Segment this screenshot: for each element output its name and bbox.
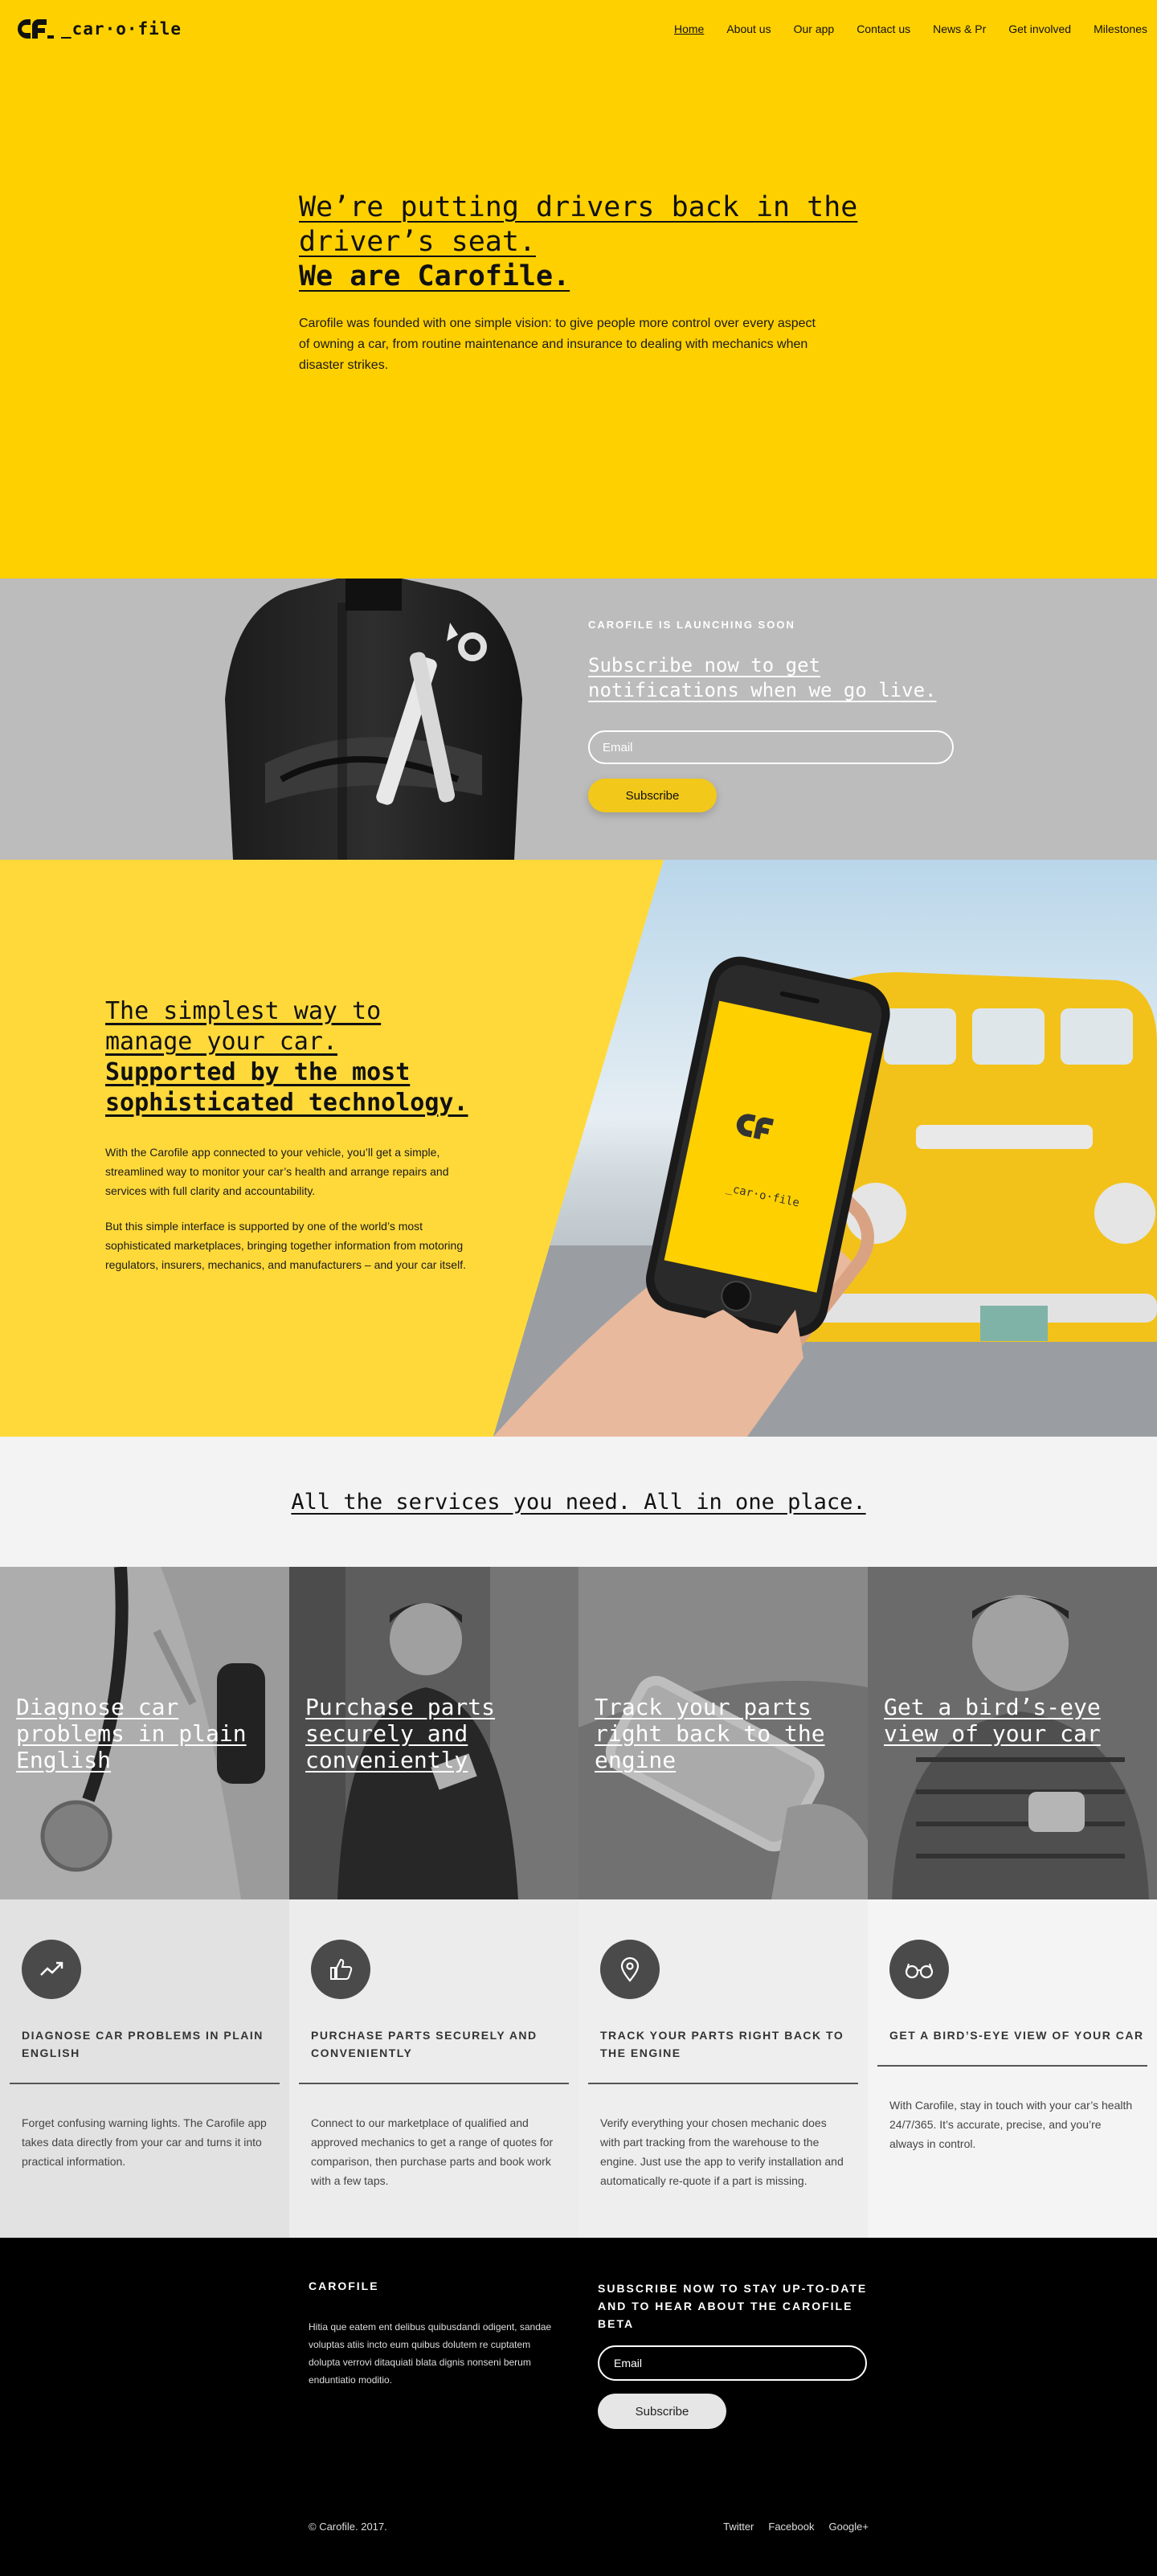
hero-body: Carofile was founded with one simple vis… [299,317,816,372]
tile-overview[interactable]: Get a bird’s-eye view of your car [868,1567,1157,1899]
tile-track[interactable]: Track your parts right back to the engin… [578,1567,868,1899]
nav-news-pr[interactable]: News & Pr [933,22,986,35]
footer-about: CAROFILE Hitia que eatem ent delibus qui… [309,2280,558,2389]
subscribe-button[interactable]: Subscribe [588,779,717,812]
feature-card-overview: GET A BIRD’S-EYE VIEW OF YOUR CAR With C… [868,1899,1157,2238]
app-paragraph-1: With the Carofile app connected to your … [105,1146,449,1197]
nav-contact-us[interactable]: Contact us [857,22,910,35]
feature-card-diagnose: DIAGNOSE CAR PROBLEMS IN PLAIN ENGLISH F… [0,1899,289,2238]
app-heading: The simplest way to manage your car. Sup… [105,996,475,1118]
trend-line-icon [22,1940,81,1999]
feature-card-purchase: PURCHASE PARTS SECURELY AND CONVENIENTLY… [289,1899,578,2238]
app-heading-line3: Supported by the most [105,1058,411,1086]
divider [10,2083,280,2084]
facebook-link[interactable]: Facebook [768,2521,814,2533]
nav-our-app[interactable]: Our app [794,22,835,35]
tile-title: Track your parts right back to the engin… [595,1694,825,1773]
tile-diagnose[interactable]: Diagnose car problems in plain English [0,1567,289,1899]
launch-kicker: CAROFILE IS LAUNCHING SOON [588,619,795,631]
footer-subscribe-title: SUBSCRIBE NOW TO STAY UP-TO-DATE AND TO … [598,2282,868,2330]
app-heading-line4: sophisticated technology. [105,1089,468,1117]
footer-subscribe-button[interactable]: Subscribe [598,2394,726,2429]
hero-heading: We’re putting drivers back in the driver… [299,190,877,294]
feature-title: TRACK YOUR PARTS RIGHT BACK TO THE ENGIN… [600,2029,844,2059]
feature-title: GET A BIRD’S-EYE VIEW OF YOUR CAR [889,2029,1144,2042]
feature-body: With Carofile, stay in touch with your c… [889,2099,1133,2150]
launch-section: CAROFILE IS LAUNCHING SOON Subscribe now… [0,579,1157,860]
hero-heading-line2: driver’s seat. [299,226,537,258]
launch-content: CAROFILE IS LAUNCHING SOON Subscribe now… [588,619,958,812]
feature-title: PURCHASE PARTS SECURELY AND CONVENIENTLY [311,2029,538,2059]
footer-subscribe: SUBSCRIBE NOW TO STAY UP-TO-DATE AND TO … [598,2280,871,2429]
feature-cards: DIAGNOSE CAR PROBLEMS IN PLAIN ENGLISH F… [0,1899,1157,2238]
thumbs-up-icon [311,1940,370,1999]
hero-heading-line1: We’re putting drivers back in the [299,191,858,223]
twitter-link[interactable]: Twitter [723,2521,754,2533]
feature-title: DIAGNOSE CAR PROBLEMS IN PLAIN ENGLISH [22,2029,264,2059]
main-nav: Home About us Our app Contact us News & … [674,22,1147,35]
carofile-logo-icon [18,19,54,39]
hero-section: We’re putting drivers back in the driver… [0,0,1157,579]
nav-milestones[interactable]: Milestones [1094,22,1147,35]
glasses-icon [889,1940,949,1999]
launch-title: Subscribe now to get notifications when … [588,654,937,701]
services-title: All the services you need. All in one pl… [291,1489,866,1515]
nav-home[interactable]: Home [674,22,704,35]
tile-title: Diagnose car problems in plain English [16,1694,247,1773]
divider [299,2083,569,2084]
copyright: © Carofile. 2017. [309,2521,387,2533]
footer-email-field[interactable] [598,2345,867,2381]
footer-brand: CAROFILE [309,2280,379,2292]
app-paragraph-2: But this simple interface is supported b… [105,1220,466,1271]
app-section: _car·o·file The simplest way to manage y… [0,860,1157,1437]
email-field[interactable] [588,730,954,764]
feature-body: Connect to our marketplace of qualified … [311,2116,554,2187]
feature-card-track: TRACK YOUR PARTS RIGHT BACK TO THE ENGIN… [578,1899,868,2238]
map-pin-icon [600,1940,660,1999]
google-plus-link[interactable]: Google+ [828,2521,869,2533]
divider [877,2065,1147,2067]
hero-heading-line3: We are Carofile. [299,260,570,292]
tile-title: Purchase parts securely and conveniently [305,1694,496,1773]
logo-text: _car·o·file [61,19,182,39]
footer-about-text: Hitia que eatem ent delibus quibusdandi … [309,2321,552,2386]
app-heading-line1: The simplest way to [105,997,382,1025]
feature-body: Forget confusing warning lights. The Car… [22,2116,267,2168]
services-title-section: All the services you need. All in one pl… [0,1437,1157,1567]
nav-get-involved[interactable]: Get involved [1008,22,1071,35]
service-tiles: Diagnose car problems in plain English P… [0,1567,1157,1899]
hero-content: We’re putting drivers back in the driver… [299,190,877,376]
nav-about-us[interactable]: About us [726,22,771,35]
feature-body: Verify everything your chosen mechanic d… [600,2116,844,2187]
site-header: _car·o·file Home About us Our app Contac… [0,0,1157,58]
app-content: The simplest way to manage your car. Sup… [105,996,475,1274]
site-footer: CAROFILE Hitia que eatem ent delibus qui… [0,2238,1157,2576]
divider [588,2083,858,2084]
tile-title: Get a bird’s-eye view of your car [884,1694,1101,1747]
mechanic-photo [225,579,522,860]
tile-purchase[interactable]: Purchase parts securely and conveniently [289,1567,578,1899]
app-heading-line2: manage your car. [105,1028,337,1056]
logo[interactable]: _car·o·file [10,14,182,43]
social-links: Twitter Facebook Google+ [723,2521,869,2533]
